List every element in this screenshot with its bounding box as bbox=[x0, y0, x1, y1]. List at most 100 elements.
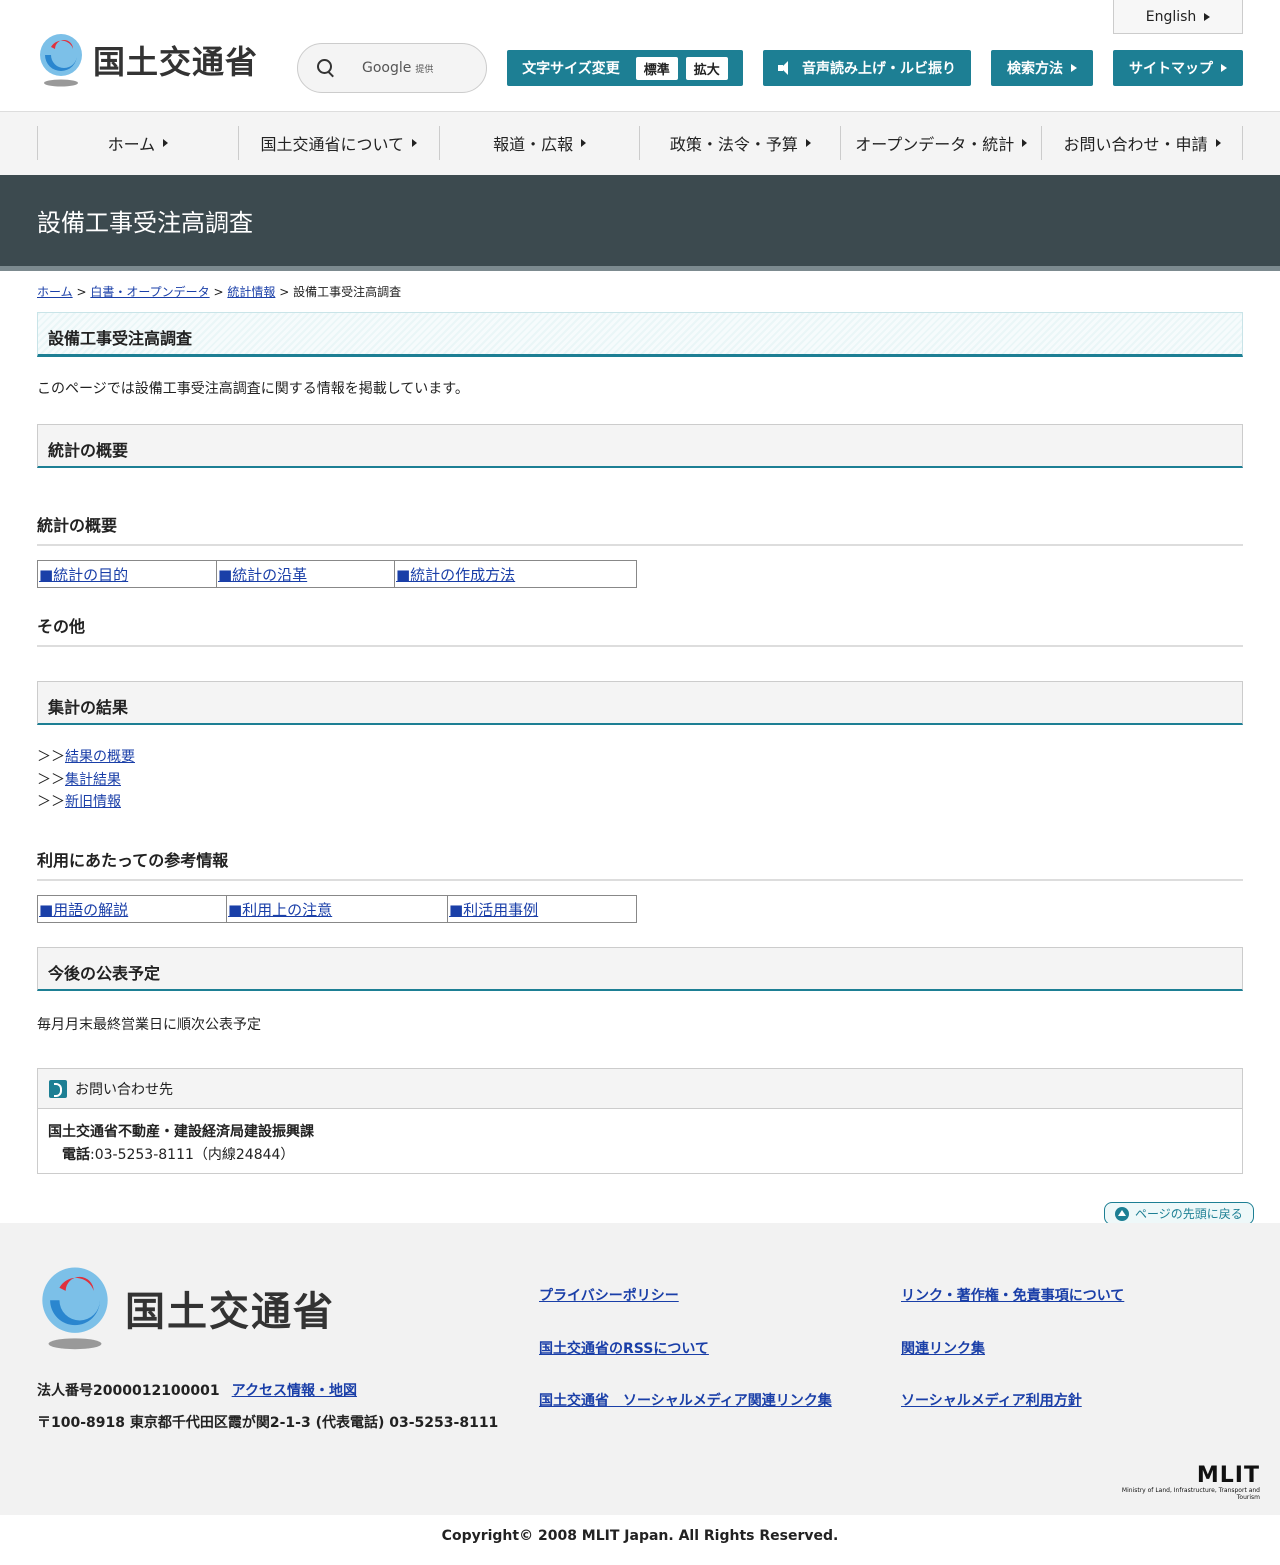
mlit-subtitle: Ministry of Land, Infrastructure, Transp… bbox=[1121, 1487, 1260, 1501]
section-heading-results: 集計の結果 bbox=[37, 681, 1243, 725]
site-logo-text: 国土交通省 bbox=[93, 43, 259, 81]
arrow-right-icon bbox=[805, 139, 811, 147]
footer-corp-number: 法人番号2000012100001 アクセス情報・地図 bbox=[37, 1380, 357, 1400]
list-item: ＞＞新旧情報 bbox=[37, 791, 135, 814]
arrow-right-icon bbox=[1071, 64, 1077, 72]
list-item: ＞＞集計結果 bbox=[37, 769, 135, 792]
link-glossary[interactable]: ■用語の解説 bbox=[38, 896, 227, 922]
footer-link-privacy[interactable]: プライバシーポリシー bbox=[539, 1285, 679, 1305]
results-prefix: ＞＞ bbox=[37, 749, 65, 765]
results-prefix: ＞＞ bbox=[37, 794, 65, 810]
subheading-overview: 統計の概要 bbox=[37, 512, 1243, 546]
footer-link-social-links[interactable]: 国土交通省 ソーシャルメディア関連リンク集 bbox=[539, 1390, 832, 1410]
section-heading-overview: 統計の概要 bbox=[37, 424, 1243, 468]
contact-body: 国土交通省不動産・建設経済局建設振興課 電話:03-5253-8111（内線24… bbox=[38, 1109, 1242, 1179]
overview-links-table: ■統計の目的 ■統計の沿革 ■統計の作成方法 bbox=[37, 560, 637, 588]
site-search-box[interactable]: Google 提供 bbox=[297, 43, 487, 93]
breadcrumb-current: 設備工事受注高調査 bbox=[293, 285, 402, 299]
link-method[interactable]: ■統計の作成方法 bbox=[395, 561, 636, 587]
phone-icon bbox=[49, 1079, 67, 1098]
site-logo[interactable]: 国土交通省 bbox=[37, 33, 258, 87]
breadcrumb-whitepaper[interactable]: 白書・オープンデータ bbox=[90, 285, 209, 299]
subheading-other: その他 bbox=[37, 613, 1243, 647]
arrow-right-icon bbox=[163, 139, 169, 147]
sitemap-label: サイトマップ bbox=[1129, 61, 1213, 77]
nav-label: 報道・広報 bbox=[493, 135, 574, 154]
results-list: ＞＞結果の概要 ＞＞集計結果 ＞＞新旧情報 bbox=[37, 746, 135, 814]
back-to-top-button[interactable]: ページの先頭に戻る bbox=[1104, 1202, 1254, 1225]
page-title-band: 設備工事受注高調査 bbox=[0, 175, 1280, 271]
contact-box: お問い合わせ先 国土交通省不動産・建設経済局建設振興課 電話:03-5253-8… bbox=[37, 1068, 1243, 1174]
nav-item-home[interactable]: ホーム bbox=[37, 126, 238, 160]
footer-link-related[interactable]: 関連リンク集 bbox=[901, 1338, 985, 1358]
global-nav: ホーム 国土交通省について 報道・広報 政策・法令・予算 オープンデータ・統計 … bbox=[0, 112, 1280, 175]
subheading-reference: 利用にあたっての参考情報 bbox=[37, 847, 1243, 881]
font-size-control: 文字サイズ変更 標準 拡大 bbox=[507, 50, 743, 86]
link-history[interactable]: ■統計の沿革 bbox=[217, 561, 395, 587]
breadcrumb: ホーム > 白書・オープンデータ > 統計情報 > 設備工事受注高調査 bbox=[37, 283, 401, 300]
results-prefix: ＞＞ bbox=[37, 771, 65, 788]
back-to-top-label: ページの先頭に戻る bbox=[1135, 1207, 1243, 1221]
schedule-text: 毎月月末最終営業日に順次公表予定 bbox=[37, 1017, 261, 1033]
arrow-right-icon bbox=[1204, 12, 1211, 21]
search-icon[interactable] bbox=[316, 58, 336, 78]
contact-tel-value: :03-5253-8111（内線24844） bbox=[90, 1147, 295, 1163]
font-size-large-button[interactable]: 拡大 bbox=[685, 56, 728, 80]
link-purpose[interactable]: ■統計の目的 bbox=[38, 561, 217, 587]
nav-label: 国土交通省について bbox=[260, 135, 404, 154]
section-heading-schedule: 今後の公表予定 bbox=[37, 947, 1243, 991]
link-results-tables[interactable]: 集計結果 bbox=[65, 772, 121, 788]
list-item: ＞＞結果の概要 bbox=[37, 746, 135, 769]
nav-label: 政策・法令・予算 bbox=[669, 135, 798, 154]
contact-tel: 電話:03-5253-8111（内線24844） bbox=[48, 1144, 1232, 1167]
breadcrumb-stats[interactable]: 統計情報 bbox=[227, 285, 275, 299]
contact-tel-label: 電話 bbox=[62, 1147, 90, 1163]
mlit-wordmark: MLIT Ministry of Land, Infrastructure, T… bbox=[1100, 1463, 1260, 1502]
sitemap-button[interactable]: サイトマップ bbox=[1113, 50, 1243, 86]
copyright: Copyright© 2008 MLIT Japan. All Rights R… bbox=[441, 1528, 839, 1544]
corp-number: 法人番号2000012100001 bbox=[37, 1383, 220, 1399]
reference-links-table: ■用語の解説 ■利用上の注意 ■利活用事例 bbox=[37, 895, 637, 923]
contact-header: お問い合わせ先 bbox=[38, 1069, 1242, 1109]
footer-address: 〒100-8918 東京都千代田区霞が関2-1-3 (代表電話) 03-5253… bbox=[37, 1415, 499, 1431]
arrow-right-icon bbox=[581, 139, 587, 147]
footer-link-social-policy[interactable]: ソーシャルメディア利用方針 bbox=[901, 1390, 1082, 1410]
site-header: 国土交通省 Google 提供 English 文字サイズ変更 標準 拡大 音声読… bbox=[0, 0, 1280, 112]
arrow-right-icon bbox=[1221, 64, 1227, 72]
speaker-icon bbox=[778, 61, 794, 75]
nav-item-opendata[interactable]: オープンデータ・統計 bbox=[840, 126, 1041, 160]
arrow-right-icon bbox=[1215, 139, 1221, 147]
search-method-button[interactable]: 検索方法 bbox=[991, 50, 1093, 86]
nav-label: お問い合わせ・申請 bbox=[1063, 135, 1208, 154]
intro-text: このページでは設備工事受注高調査に関する情報を掲載しています。 bbox=[37, 381, 469, 397]
breadcrumb-home[interactable]: ホーム bbox=[37, 285, 73, 299]
nav-item-contact[interactable]: お問い合わせ・申請 bbox=[1041, 126, 1243, 160]
font-size-standard-button[interactable]: 標準 bbox=[635, 56, 678, 80]
nav-item-policy[interactable]: 政策・法令・予算 bbox=[639, 126, 840, 160]
link-results-old-new[interactable]: 新旧情報 bbox=[65, 794, 121, 810]
footer-link-rss[interactable]: 国土交通省のRSSについて bbox=[539, 1338, 709, 1358]
site-footer: 国土交通省 法人番号2000012100001 アクセス情報・地図 〒100-89… bbox=[0, 1223, 1280, 1515]
footer-logo[interactable]: 国土交通省 bbox=[37, 1266, 335, 1350]
voice-ruby-button[interactable]: 音声読み上げ・ルビ振り bbox=[763, 50, 971, 86]
nav-label: ホーム bbox=[107, 135, 156, 154]
link-results-summary[interactable]: 結果の概要 bbox=[65, 749, 135, 765]
contact-org: 国土交通省不動産・建設経済局建設振興課 bbox=[48, 1124, 314, 1140]
breadcrumb-separator: > bbox=[279, 285, 290, 299]
page: 国土交通省 Google 提供 English 文字サイズ変更 標準 拡大 音声読… bbox=[0, 0, 1280, 1565]
search-method-label: 検索方法 bbox=[1007, 61, 1063, 77]
contact-title: お問い合わせ先 bbox=[75, 1081, 173, 1098]
nav-item-press[interactable]: 報道・広報 bbox=[438, 126, 640, 160]
nav-item-about[interactable]: 国土交通省について bbox=[237, 126, 439, 160]
footer-link-copyright[interactable]: リンク・著作権・免責事項について bbox=[901, 1285, 1124, 1305]
font-size-label: 文字サイズ変更 bbox=[522, 61, 620, 77]
link-use-cases[interactable]: ■利活用事例 bbox=[448, 896, 636, 922]
mlit-word: MLIT bbox=[1196, 1463, 1260, 1488]
voice-ruby-label: 音声読み上げ・ルビ振り bbox=[802, 61, 956, 77]
arrow-right-icon bbox=[1022, 139, 1028, 147]
english-link[interactable]: English bbox=[1113, 0, 1243, 34]
footer-access-link[interactable]: アクセス情報・地図 bbox=[232, 1383, 357, 1399]
link-usage-notes[interactable]: ■利用上の注意 bbox=[227, 896, 448, 922]
arrow-right-icon bbox=[412, 139, 417, 147]
arrow-up-icon bbox=[1115, 1206, 1129, 1221]
